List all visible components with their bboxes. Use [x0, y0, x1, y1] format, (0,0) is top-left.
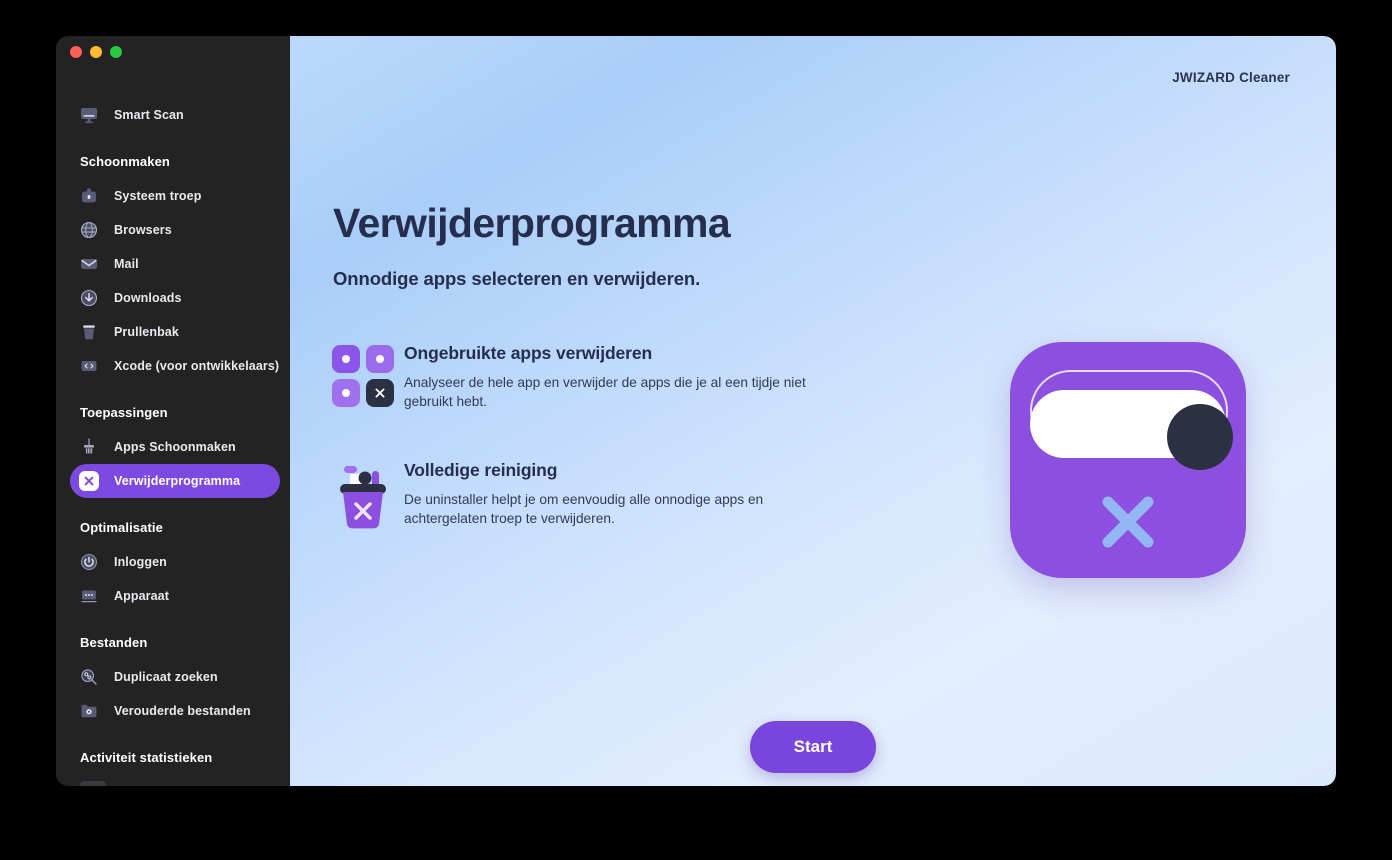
feature-title: Ongebruikte apps verwijderen — [404, 343, 653, 363]
sidebar-item-prullenbak[interactable]: Prullenbak — [70, 315, 280, 349]
code-brackets-icon — [78, 355, 100, 377]
sidebar-item-label: Downloads — [114, 291, 182, 305]
sidebar-item-apps-schoonmaken[interactable]: Apps Schoonmaken — [70, 430, 280, 464]
sidebar-item-label: Systeem troep — [114, 189, 202, 203]
globe-icon — [78, 219, 100, 241]
sidebar-item-duplicaat-zoeken[interactable]: Duplicaat zoeken — [70, 660, 280, 694]
sidebar-item-label: Xcode (voor ontwikkelaars) — [114, 359, 280, 373]
monitor-icon — [78, 104, 100, 126]
feature-item: Ongebruikte apps verwijderen Analyseer d… — [332, 341, 892, 412]
broom-icon — [78, 436, 100, 458]
dots-icon — [78, 585, 100, 607]
sidebar-item-downloads[interactable]: Downloads — [70, 281, 280, 315]
feature-list: Ongebruikte apps verwijderen Analyseer d… — [332, 341, 892, 580]
uninstaller-toggle-icon — [1010, 342, 1246, 578]
sidebar-section-title-optimalisatie: Optimalisatie — [80, 520, 163, 535]
grid-cell-app — [332, 345, 360, 373]
envelope-icon — [78, 253, 100, 275]
sidebar-scroll-area[interactable]: Smart Scan Schoonmaken Systeem troep Bro… — [56, 88, 290, 786]
download-icon — [78, 287, 100, 309]
main-content: JWIZARD Cleaner Verwijderprogramma Onnod… — [290, 36, 1336, 786]
sidebar-item-clipped[interactable] — [80, 781, 106, 786]
window-controls — [70, 46, 122, 58]
close-button[interactable] — [70, 46, 82, 58]
power-icon — [78, 551, 100, 573]
grid-cell-app — [332, 379, 360, 407]
sidebar-item-label: Verwijderprogramma — [114, 474, 241, 488]
sidebar-item-label: Mail — [114, 257, 139, 271]
sidebar-item-verouderde-bestanden[interactable]: Verouderde bestanden — [70, 694, 280, 728]
briefcase-icon — [78, 185, 100, 207]
grid-cell-remove — [366, 379, 394, 407]
sidebar-section-title-schoonmaken: Schoonmaken — [80, 154, 170, 169]
trash-x-icon — [332, 458, 404, 534]
maximize-button[interactable] — [110, 46, 122, 58]
sidebar-item-systeem-troep[interactable]: Systeem troep — [70, 179, 280, 213]
sidebar-item-inloggen[interactable]: Inloggen — [70, 545, 280, 579]
grid-cell-app — [366, 345, 394, 373]
app-window: Smart Scan Schoonmaken Systeem troep Bro… — [56, 36, 1336, 786]
page-subtitle: Onnodige apps selecteren en verwijderen. — [333, 268, 701, 289]
x-box-icon — [78, 470, 100, 492]
sidebar-item-label: Duplicaat zoeken — [114, 670, 218, 684]
feature-title: Volledige reiniging — [404, 459, 558, 480]
sidebar-item-label: Apparaat — [114, 589, 169, 603]
hero-x-mark — [1098, 492, 1158, 552]
sidebar-section-title-toepassingen: Toepassingen — [80, 405, 168, 420]
sidebar-section-title-activiteit-statistieken: Activiteit statistieken — [80, 750, 213, 765]
sidebar-item-browsers[interactable]: Browsers — [70, 213, 280, 247]
sidebar-item-smart-scan[interactable]: Smart Scan — [70, 98, 280, 132]
folder-clock-icon — [78, 700, 100, 722]
page-title: Verwijderprogramma — [333, 200, 731, 246]
feature-description: Analyseer de hele app en verwijder de ap… — [404, 375, 806, 410]
app-brand-title: JWIZARD Cleaner — [1172, 70, 1290, 85]
sidebar-item-xcode[interactable]: Xcode (voor ontwikkelaars) — [70, 349, 280, 383]
sidebar-item-mail[interactable]: Mail — [70, 247, 280, 281]
sidebar-item-label: Verouderde bestanden — [114, 704, 251, 718]
hero-toggle-knob — [1167, 404, 1233, 470]
minimize-button[interactable] — [90, 46, 102, 58]
sidebar-item-verwijderprogramma[interactable]: Verwijderprogramma — [70, 464, 280, 498]
start-button[interactable]: Start — [750, 721, 876, 773]
sidebar-item-label: Prullenbak — [114, 325, 179, 339]
sidebar: Smart Scan Schoonmaken Systeem troep Bro… — [56, 36, 290, 786]
sidebar-item-label: Apps Schoonmaken — [114, 440, 236, 454]
feature-description: De uninstaller helpt je om eenvoudig all… — [404, 491, 764, 527]
sidebar-item-label: Browsers — [114, 223, 172, 237]
sidebar-section-title-bestanden: Bestanden — [80, 635, 148, 650]
feature-item: Volledige reiniging De uninstaller helpt… — [332, 458, 892, 534]
sidebar-item-label: Smart Scan — [114, 108, 184, 122]
trash-icon — [78, 321, 100, 343]
magnifier-icon — [78, 666, 100, 688]
sidebar-item-label: Inloggen — [114, 555, 167, 569]
sidebar-item-apparaat[interactable]: Apparaat — [70, 579, 280, 613]
app-grid-icon — [332, 341, 404, 412]
